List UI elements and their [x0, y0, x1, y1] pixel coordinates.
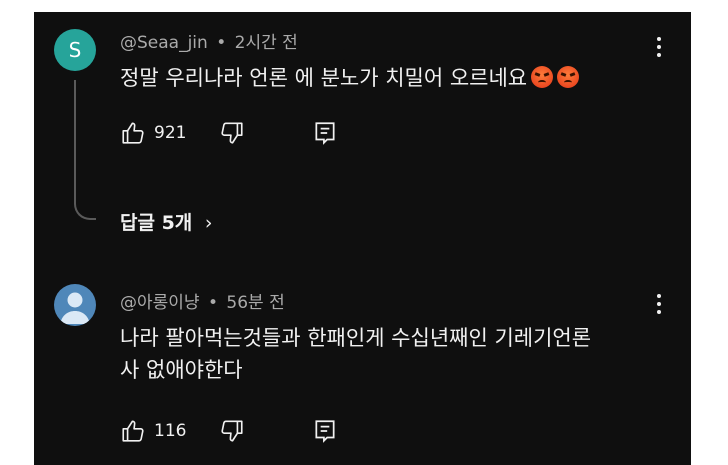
thumbs-down-icon — [221, 122, 243, 144]
comments-panel: S @Seaa_jin • 2시간 전 정말 우리나라 언론 에 분노가 치밀어… — [34, 12, 691, 465]
avatar-letter: S — [68, 38, 82, 62]
angry-face-emoji-icon — [531, 66, 554, 88]
like-count: 116 — [154, 421, 187, 441]
comment-meta: @아롱이냥 • 56분 전 — [120, 288, 285, 313]
avatar[interactable] — [54, 284, 96, 326]
default-profile-icon — [60, 292, 90, 324]
like-count: 921 — [154, 123, 187, 143]
comment-icon — [315, 122, 335, 145]
comment-text: 나라 팔아먹는것들과 한패인게 수십년째인 기레기언론 사 없애야한다 — [120, 322, 591, 386]
comment-author[interactable]: @아롱이냥 — [120, 293, 200, 313]
more-options-icon[interactable] — [657, 37, 661, 61]
comment-text-line: 정말 우리나라 언론 에 분노가 치밀어 오르네요 — [120, 66, 528, 90]
like-button[interactable] — [120, 120, 146, 146]
comment-icon — [315, 420, 335, 443]
comment-time[interactable]: 56분 전 — [226, 293, 284, 313]
angry-face-emoji-icon — [557, 66, 580, 88]
comment-meta: @Seaa_jin • 2시간 전 — [120, 28, 298, 53]
meta-separator: • — [207, 293, 218, 313]
meta-separator: • — [216, 33, 227, 53]
reply-button[interactable] — [312, 120, 338, 146]
chevron-right-icon: › — [204, 212, 213, 234]
thumbs-down-icon — [221, 420, 243, 442]
thumbs-up-icon — [122, 122, 144, 144]
dislike-button[interactable] — [219, 120, 245, 146]
reply-button[interactable] — [312, 418, 338, 444]
view-replies-button[interactable]: 답글 5개 › — [120, 208, 213, 235]
comment-text-line: 나라 팔아먹는것들과 한패인게 수십년째인 기레기언론 — [120, 326, 592, 350]
comment-author[interactable]: @Seaa_jin — [120, 33, 208, 53]
avatar[interactable]: S — [54, 29, 96, 71]
reply-thread-line — [74, 80, 96, 220]
thumbs-up-icon — [122, 420, 144, 442]
dislike-button[interactable] — [219, 418, 245, 444]
comment-text: 정말 우리나라 언론 에 분노가 치밀어 오르네요 — [120, 62, 580, 92]
replies-label: 답글 5개 — [120, 212, 193, 234]
comment-time[interactable]: 2시간 전 — [235, 33, 298, 53]
comment-text-line: 사 없애야한다 — [120, 358, 243, 382]
like-button[interactable] — [120, 418, 146, 444]
more-options-icon[interactable] — [657, 294, 661, 318]
